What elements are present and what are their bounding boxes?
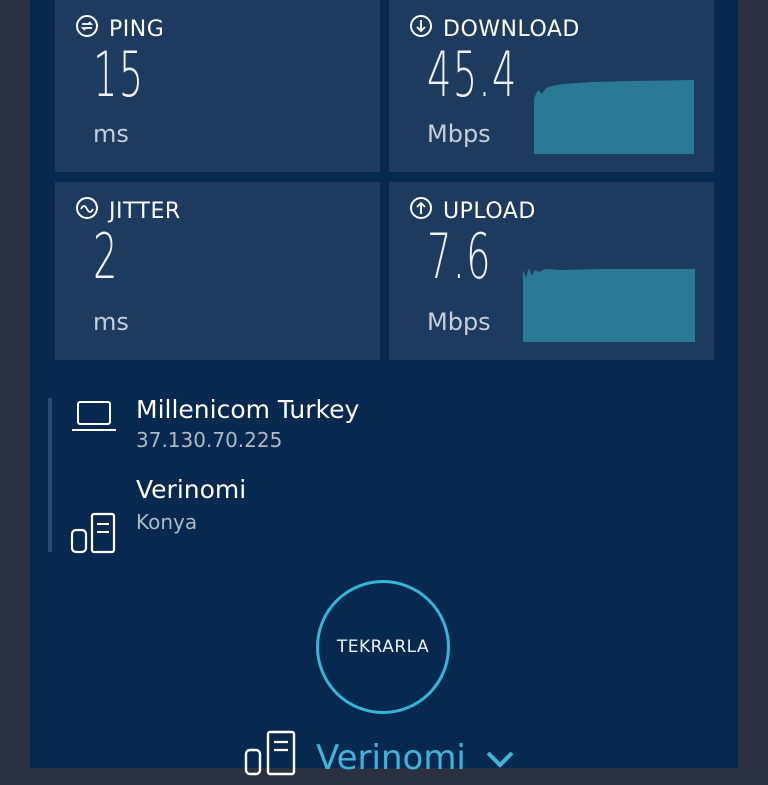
chevron-down-icon bbox=[484, 738, 516, 778]
jitter-unit: ms bbox=[93, 308, 129, 336]
server-selector[interactable]: Verinomi bbox=[244, 730, 516, 785]
upload-value: 7.6 bbox=[427, 220, 492, 293]
upload-graph bbox=[523, 268, 695, 342]
results-panel: PING 15 ms DOWNLOAD 45.4 Mbps JITTER 2 m… bbox=[30, 0, 738, 778]
laptop-icon bbox=[70, 398, 118, 438]
server-selector-icon bbox=[244, 730, 298, 785]
server-icon bbox=[70, 512, 118, 558]
jitter-label: JITTER bbox=[109, 198, 181, 224]
info-divider bbox=[48, 398, 52, 552]
server-name: Verinomi bbox=[136, 475, 247, 504]
server-location: Konya bbox=[136, 510, 198, 534]
server-selector-label: Verinomi bbox=[316, 737, 466, 778]
download-unit: Mbps bbox=[427, 120, 491, 148]
jitter-card: JITTER 2 ms bbox=[55, 182, 380, 360]
download-card: DOWNLOAD 45.4 Mbps bbox=[389, 0, 714, 172]
isp-name: Millenicom Turkey bbox=[136, 395, 360, 424]
ping-card: PING 15 ms bbox=[55, 0, 380, 172]
upload-card: UPLOAD 7.6 Mbps bbox=[389, 182, 714, 360]
upload-unit: Mbps bbox=[427, 308, 491, 336]
ping-value: 15 bbox=[93, 38, 145, 111]
jitter-value: 2 bbox=[93, 220, 119, 293]
download-graph bbox=[534, 80, 694, 154]
download-value: 45.4 bbox=[427, 38, 518, 111]
again-button[interactable]: TEKRARLA bbox=[316, 580, 450, 714]
ping-unit: ms bbox=[93, 120, 129, 148]
ip-address: 37.130.70.225 bbox=[136, 428, 283, 452]
jitter-header: JITTER bbox=[75, 196, 181, 226]
